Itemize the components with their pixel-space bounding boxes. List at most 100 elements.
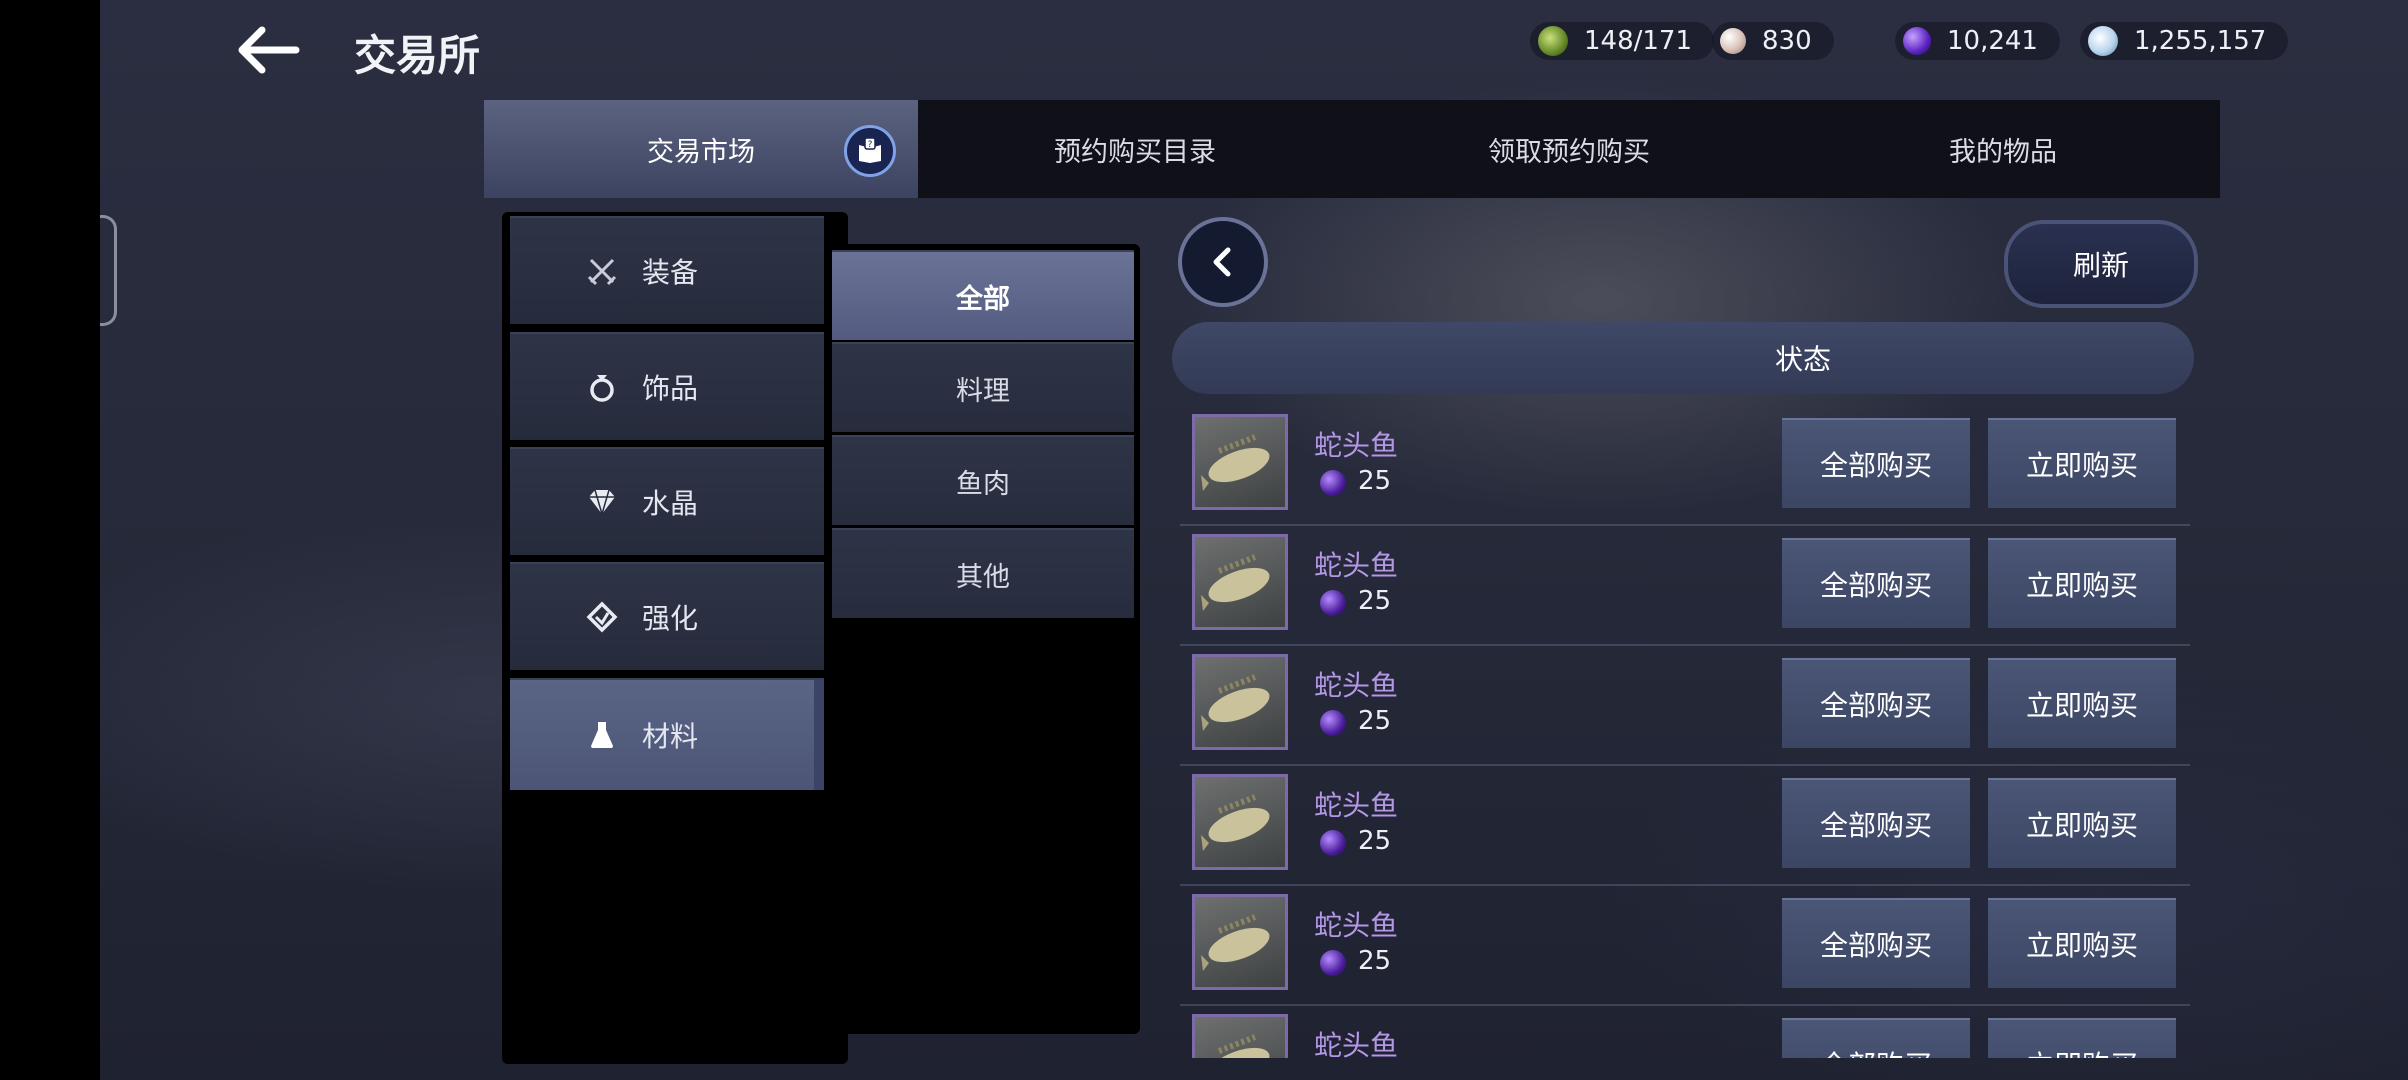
item-name: 蛇头鱼 (1314, 549, 1399, 582)
flask-icon (582, 715, 622, 755)
item-list[interactable]: 蛇头鱼 25 全部购买 立即购买 蛇头鱼 25 全部购买 立即购买 蛇头鱼 25… (1180, 406, 2194, 1058)
fish-thumbnail-icon[interactable] (1192, 654, 1288, 750)
category-label: 强化 (642, 602, 699, 635)
tab-label: 交易市场 (647, 136, 755, 168)
tab-trade-market[interactable]: 交易市场 ? (484, 100, 918, 198)
crossed-swords-icon (582, 251, 622, 291)
item-price: 25 (1358, 586, 1392, 616)
category-accessory[interactable]: 饰品 (510, 332, 824, 440)
item-name: 蛇头鱼 (1314, 669, 1399, 702)
fish-thumbnail-icon[interactable] (1192, 414, 1288, 510)
tab-label: 领取预约购买 (1488, 136, 1650, 168)
item-name: 蛇头鱼 (1314, 1029, 1399, 1058)
tab-my-items[interactable]: 我的物品 (1786, 100, 2220, 198)
purple-gem-icon (1320, 590, 1346, 616)
tab-reserve-catalog[interactable]: 预约购买目录 (918, 100, 1352, 198)
category-label: 材料 (642, 720, 699, 753)
item-price: 25 (1358, 706, 1392, 736)
purple-gem-icon (1320, 470, 1346, 496)
fish-thumbnail-icon[interactable] (1192, 774, 1288, 870)
enhance-icon (582, 597, 622, 637)
side-handle (100, 215, 117, 326)
silver-coin-icon (2088, 26, 2118, 56)
category-crystal[interactable]: 水晶 (510, 447, 824, 555)
help-book-icon[interactable]: ? (844, 125, 896, 177)
resource-purple-gem-value: 10,241 (1947, 26, 2038, 56)
list-item: 蛇头鱼 25 全部购买 立即购买 (1180, 646, 2190, 766)
question-book-glyph: ? (859, 137, 881, 163)
status-header-label: 状态 (1774, 343, 1831, 376)
buy-all-button[interactable]: 全部购买 (1782, 778, 1970, 868)
category-material[interactable]: 材料 (510, 678, 824, 790)
subcategory-label: 全部 (956, 283, 1010, 315)
tab-label: 预约购买目录 (1054, 136, 1216, 168)
energy-icon (1538, 26, 1568, 56)
buy-now-button[interactable]: 立即购买 (1988, 658, 2176, 748)
page-title: 交易所 (354, 31, 481, 80)
list-item: 蛇头鱼 25 全部购买 立即购买 (1180, 526, 2190, 646)
category-equipment[interactable]: 装备 (510, 216, 824, 324)
fish-thumbnail-icon[interactable] (1192, 894, 1288, 990)
resource-silver: 1,255,157 (2080, 22, 2289, 60)
list-item: 蛇头鱼 25 全部购买 立即购买 (1180, 766, 2190, 886)
subcategory-label: 料理 (956, 375, 1010, 407)
tab-bar: 交易市场 ? 预约购买目录 领取预约购买 我的物品 (484, 100, 2220, 198)
list-back-button[interactable] (1178, 217, 1268, 307)
category-label: 水晶 (642, 487, 699, 520)
chevron-left-icon (1213, 247, 1231, 277)
subcategory-fish-meat[interactable]: 鱼肉 (832, 435, 1134, 525)
resource-pearl-value: 830 (1762, 26, 1812, 56)
buy-all-button[interactable]: 全部购买 (1782, 658, 1970, 748)
category-panel: 装备 饰品 水晶 强化 材料 (502, 212, 848, 1064)
status-header: 状态 (1172, 322, 2194, 394)
subcategory-other[interactable]: 其他 (832, 528, 1134, 618)
category-enhance[interactable]: 强化 (510, 562, 824, 670)
subcategory-label: 其他 (956, 561, 1010, 593)
resource-purple-gem: 10,241 (1895, 22, 2060, 60)
item-name: 蛇头鱼 (1314, 909, 1399, 942)
buy-all-button[interactable]: 全部购买 (1782, 418, 1970, 508)
purple-gem-icon (1903, 27, 1931, 55)
buy-all-button[interactable]: 全部购买 (1782, 538, 1970, 628)
item-price: 25 (1358, 466, 1392, 496)
diamond-icon (582, 482, 622, 522)
category-label: 饰品 (642, 372, 699, 405)
resource-pearl: 830 (1712, 22, 1834, 60)
trading-screen: 交易所 148/171 830 10,241 1,255,157 退出 交易市场 (100, 0, 2408, 1080)
purple-gem-icon (1320, 710, 1346, 736)
resource-energy: 148/171 (1530, 22, 1715, 60)
tab-claim-reserve[interactable]: 领取预约购买 (1352, 100, 1786, 198)
svg-text:?: ? (868, 140, 873, 150)
buy-now-button[interactable]: 立即购买 (1988, 778, 2176, 868)
item-price: 25 (1358, 946, 1392, 976)
subcategory-all[interactable]: 全部 (832, 250, 1134, 340)
purple-gem-icon (1320, 830, 1346, 856)
fish-thumbnail-icon[interactable] (1192, 1014, 1288, 1058)
buy-now-button[interactable]: 立即购买 (1988, 538, 2176, 628)
list-item: 蛇头鱼 全部购买 立即购买 (1180, 1006, 2190, 1058)
subcategory-label: 鱼肉 (956, 468, 1010, 500)
subcategory-cuisine[interactable]: 料理 (832, 342, 1134, 432)
resource-energy-value: 148/171 (1584, 26, 1693, 56)
ring-icon (582, 367, 622, 407)
item-price: 25 (1358, 826, 1392, 856)
pearl-icon (1720, 28, 1746, 54)
fish-thumbnail-icon[interactable] (1192, 534, 1288, 630)
subcategory-panel: 全部 料理 鱼肉 其他 (826, 244, 1140, 1034)
refresh-button[interactable]: 刷新 (2004, 220, 2198, 308)
buy-all-button[interactable]: 全部购买 (1782, 1018, 1970, 1058)
list-item: 蛇头鱼 25 全部购买 立即购买 (1180, 406, 2190, 526)
buy-now-button[interactable]: 立即购买 (1988, 418, 2176, 508)
back-button[interactable] (230, 20, 310, 80)
purple-gem-icon (1320, 950, 1346, 976)
tab-label: 我的物品 (1949, 136, 2057, 168)
item-name: 蛇头鱼 (1314, 789, 1399, 822)
item-name: 蛇头鱼 (1314, 429, 1399, 462)
buy-now-button[interactable]: 立即购买 (1988, 1018, 2176, 1058)
resource-silver-value: 1,255,157 (2134, 26, 2267, 56)
buy-all-button[interactable]: 全部购买 (1782, 898, 1970, 988)
category-label: 装备 (642, 256, 699, 289)
back-arrow-icon (238, 26, 300, 74)
buy-now-button[interactable]: 立即购买 (1988, 898, 2176, 988)
list-item: 蛇头鱼 25 全部购买 立即购买 (1180, 886, 2190, 1006)
